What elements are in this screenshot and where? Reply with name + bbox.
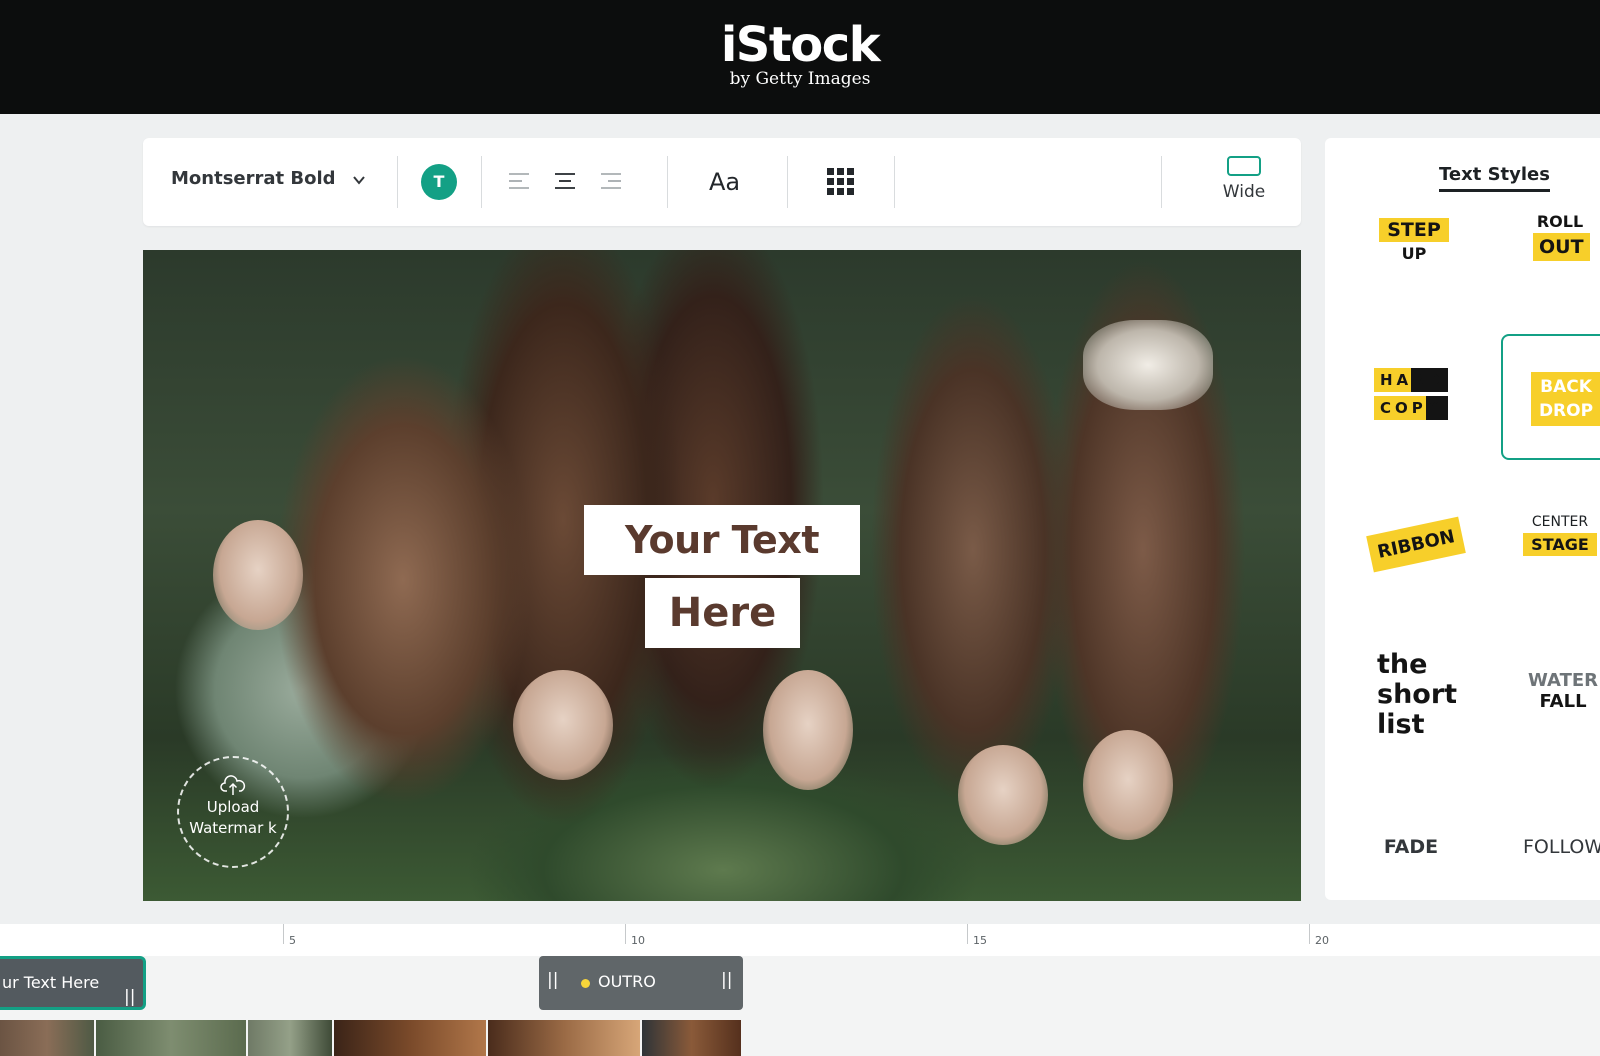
- outro-label: OUTRO: [598, 972, 656, 991]
- filmstrip-frame: [0, 1020, 96, 1056]
- align-center-icon[interactable]: [554, 172, 576, 190]
- style-text: list: [1377, 709, 1425, 740]
- toolbar-divider: [787, 156, 788, 208]
- clip-right-handle[interactable]: ||: [124, 973, 135, 1007]
- align-right-icon[interactable]: [600, 172, 622, 190]
- toolbar-divider: [894, 156, 895, 208]
- grid-icon[interactable]: [827, 168, 855, 196]
- aspect-ratio-button[interactable]: Wide: [1209, 156, 1279, 202]
- ruler-tick: [967, 924, 968, 944]
- upload-watermark-button[interactable]: Upload Watermar k: [177, 756, 289, 868]
- style-fade[interactable]: FADE: [1349, 828, 1479, 878]
- align-left-icon[interactable]: [508, 172, 530, 190]
- toolbar-divider: [481, 156, 482, 208]
- app-header: iStock by Getty Images: [0, 0, 1600, 114]
- filmstrip-frame: [96, 1020, 248, 1056]
- video-preview[interactable]: Your Text Here Upload Watermar k: [143, 250, 1301, 901]
- style-the-short-list[interactable]: the short list: [1349, 650, 1479, 770]
- ring-shape: [1083, 320, 1213, 410]
- style-text: BACK: [1540, 377, 1592, 397]
- style-text: OUT: [1533, 233, 1590, 261]
- style-text: the: [1377, 649, 1428, 680]
- aspect-ratio-label: Wide: [1222, 182, 1266, 202]
- style-text: STEP: [1379, 218, 1449, 242]
- watermark-label-line-2: Watermar k: [189, 819, 277, 837]
- fingernail-shape: [513, 670, 613, 780]
- ruler-tick-label: 5: [289, 934, 296, 947]
- style-text: ROLL: [1536, 212, 1584, 231]
- text-styles-panel: Text Styles STEP UP ROLL OUT HARD COPY B…: [1325, 138, 1600, 900]
- timeline[interactable]: 5 10 15 20 ur Text Here || || OUTRO ||: [0, 924, 1600, 1056]
- style-text: WATER: [1527, 670, 1598, 691]
- timeline-ruler: 5 10 15 20: [0, 924, 1600, 956]
- ruler-tick: [625, 924, 626, 944]
- style-ribbon[interactable]: RIBBON: [1349, 510, 1479, 630]
- style-text: CENTER: [1531, 514, 1589, 530]
- filmstrip-frame: [642, 1020, 743, 1056]
- outro-dot: [581, 979, 590, 988]
- logo-sub-text: by Getty Images: [729, 69, 871, 89]
- toolbar-divider: [1161, 156, 1162, 208]
- text-case-button[interactable]: Aa: [709, 168, 740, 196]
- style-water-fall[interactable]: WATER FALL: [1501, 670, 1600, 790]
- watermark-label-line-1: Upload: [206, 798, 260, 816]
- style-text: UP: [1401, 244, 1427, 263]
- style-center-stage[interactable]: CENTER STAGE: [1501, 510, 1600, 630]
- style-text: FALL: [1539, 691, 1587, 712]
- font-dropdown[interactable]: Montserrat Bold: [171, 168, 336, 189]
- fingernail-shape: [958, 745, 1048, 845]
- style-text: short: [1377, 679, 1458, 710]
- style-back-drop[interactable]: BACK DROP: [1501, 334, 1600, 460]
- toolbar-divider: [667, 156, 668, 208]
- ruler-tick: [283, 924, 284, 944]
- text-styles-tab[interactable]: Text Styles: [1439, 164, 1550, 192]
- editor-toolbar: Montserrat Bold T Aa Wide: [143, 138, 1301, 226]
- toolbar-divider: [397, 156, 398, 208]
- style-text: FADE: [1383, 836, 1439, 858]
- filmstrip-frame: [248, 1020, 334, 1056]
- fingernail-shape: [763, 670, 853, 790]
- overlay-text-line-1[interactable]: Your Text: [584, 505, 860, 575]
- wide-aspect-icon: [1227, 156, 1261, 176]
- filmstrip-frame: [488, 1020, 642, 1056]
- style-text: RIBBON: [1366, 516, 1467, 573]
- ruler-tick-label: 20: [1315, 934, 1329, 947]
- style-text: HARD: [1374, 368, 1448, 392]
- clip-right-handle[interactable]: ||: [721, 970, 732, 990]
- style-step-up[interactable]: STEP UP: [1349, 210, 1479, 330]
- logo-main-text: iStock: [720, 17, 881, 73]
- fingernail-shape: [1083, 730, 1173, 840]
- text-color-button[interactable]: T: [421, 164, 457, 200]
- style-hard-copy[interactable]: HARD COPY: [1349, 354, 1479, 474]
- video-filmstrip[interactable]: [0, 1020, 743, 1056]
- style-text: DROP: [1538, 401, 1594, 421]
- ruler-tick-label: 15: [973, 934, 987, 947]
- cloud-upload-icon: [220, 775, 246, 795]
- text-clip-label: ur Text Here: [2, 973, 100, 992]
- style-text: FOLLOW: [1523, 836, 1600, 858]
- style-text: COPY: [1374, 396, 1448, 420]
- filmstrip-frame: [334, 1020, 488, 1056]
- text-clip[interactable]: ur Text Here ||: [0, 956, 146, 1010]
- istock-logo[interactable]: iStock by Getty Images: [0, 18, 1600, 88]
- chevron-down-icon[interactable]: [353, 174, 365, 186]
- ruler-tick-label: 10: [631, 934, 645, 947]
- style-follow[interactable]: FOLLOW: [1501, 828, 1600, 878]
- overlay-text-line-2[interactable]: Here: [645, 578, 800, 648]
- ruler-tick: [1309, 924, 1310, 944]
- outro-clip[interactable]: || OUTRO ||: [539, 956, 743, 1010]
- style-roll-out[interactable]: ROLL OUT: [1501, 210, 1600, 330]
- style-text: STAGE: [1523, 533, 1597, 556]
- clip-left-handle[interactable]: ||: [547, 970, 558, 990]
- fingernail-shape: [213, 520, 303, 630]
